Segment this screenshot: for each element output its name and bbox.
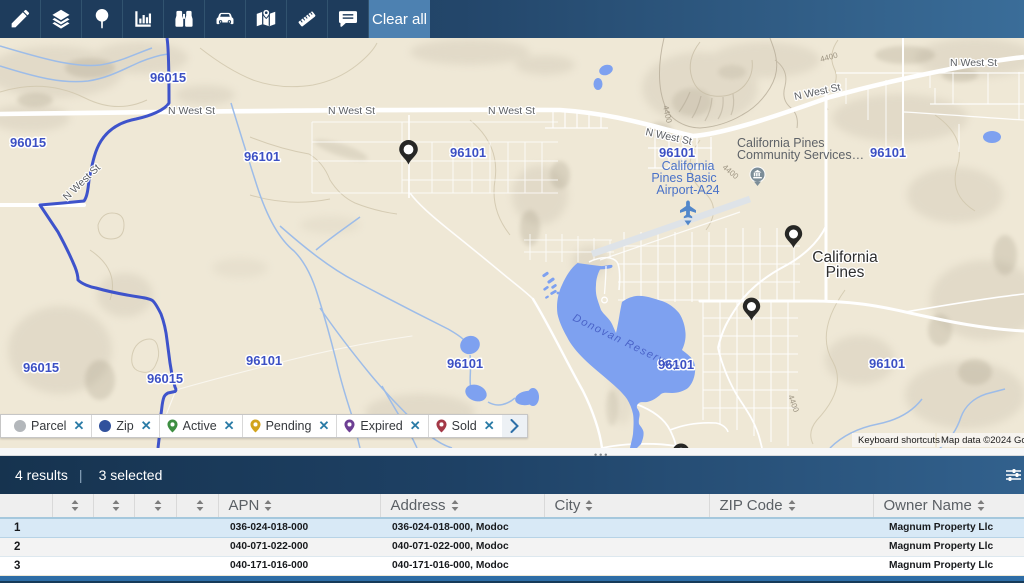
svg-text:Keyboard shortcuts: Keyboard shortcuts	[858, 435, 940, 446]
svg-text:96015: 96015	[23, 360, 59, 375]
svg-text:96015: 96015	[150, 70, 186, 85]
svg-text:N West St: N West St	[168, 105, 215, 117]
svg-text:96101: 96101	[246, 353, 282, 368]
svg-text:Pines: Pines	[826, 264, 865, 281]
svg-text:96101: 96101	[450, 145, 486, 160]
svg-text:96015: 96015	[10, 135, 46, 150]
svg-text:Community Services…: Community Services…	[737, 148, 864, 162]
svg-text:Map data ©2024 Google: Map data ©2024 Google	[941, 435, 1024, 446]
svg-text:N West St: N West St	[950, 57, 997, 69]
svg-text:96101: 96101	[244, 149, 280, 164]
svg-text:N West St: N West St	[488, 105, 535, 117]
svg-text:96101: 96101	[659, 145, 695, 160]
svg-text:N West St: N West St	[328, 105, 375, 117]
svg-text:96101: 96101	[447, 356, 483, 371]
svg-text:96015: 96015	[147, 371, 183, 386]
svg-text:96101: 96101	[870, 145, 906, 160]
svg-text:Airport-A24: Airport-A24	[656, 183, 719, 197]
svg-text:96101: 96101	[869, 356, 905, 371]
